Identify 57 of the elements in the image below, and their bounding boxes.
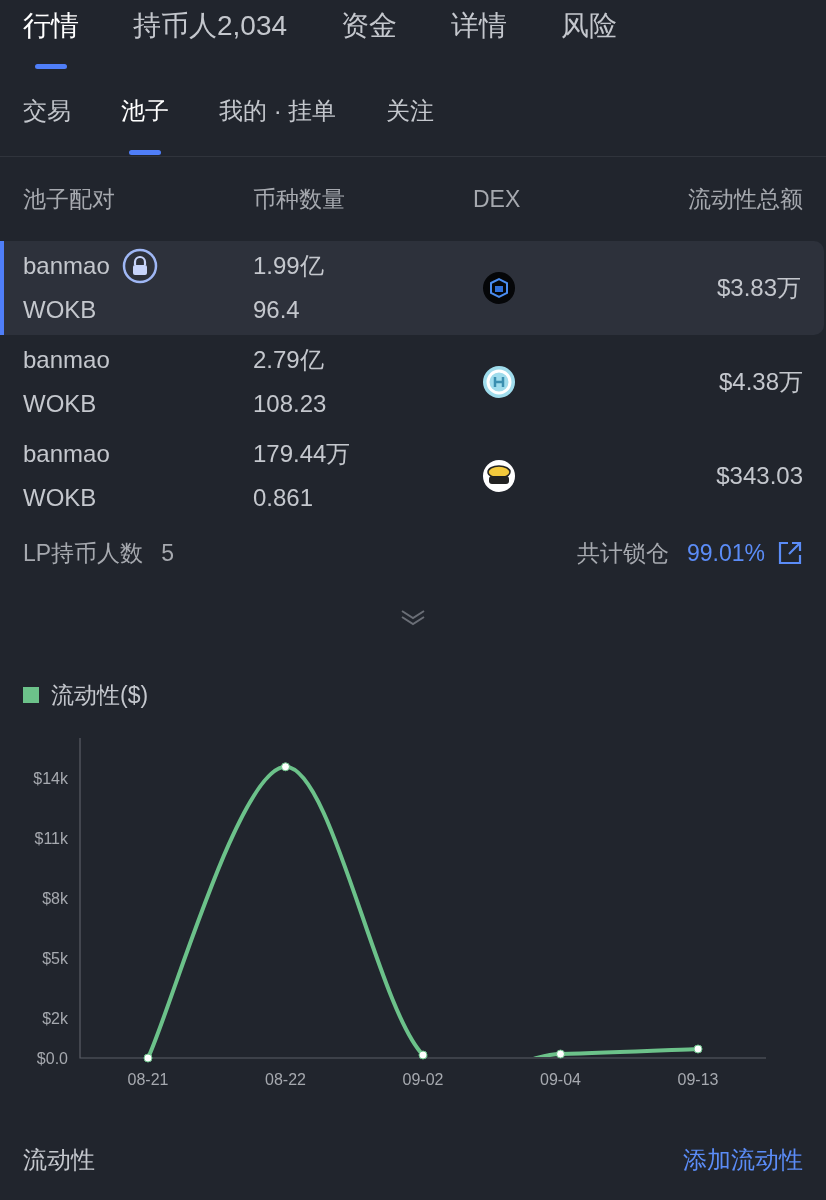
locked-percent: 99.01%	[687, 538, 765, 568]
section-title: 流动性	[23, 1145, 95, 1175]
data-point	[418, 1050, 428, 1060]
data-point	[143, 1053, 153, 1063]
x-tick-label: 09-02	[402, 1071, 444, 1088]
liquidity-total: $343.03	[716, 462, 803, 489]
column-header: 流动性总额	[687, 184, 803, 214]
token-amount: 0.861	[253, 483, 315, 513]
tab[interactable]: 池子	[121, 84, 169, 156]
pair-token: WOKB	[23, 295, 98, 325]
lp-holders-label: LP持币人数	[23, 538, 144, 568]
token-amount: 2.79亿	[253, 345, 325, 375]
tab[interactable]: 持币人2,034	[133, 0, 288, 70]
token-amount: 179.44万	[253, 439, 352, 469]
liquidity-total: $3.83万	[716, 274, 801, 301]
tab[interactable]: 风险	[561, 0, 618, 70]
y-tick-label: $5k	[42, 950, 68, 967]
data-point	[281, 762, 290, 772]
column-header: DEX	[473, 184, 522, 214]
pair-token: WOKB	[23, 483, 98, 513]
tab[interactable]: 详情	[451, 0, 508, 70]
pair-token: banmao	[23, 251, 110, 281]
token-amount: 1.99亿	[253, 251, 325, 281]
x-tick-label: 08-22	[265, 1071, 306, 1088]
y-tick-label: $8k	[42, 890, 68, 907]
x-tick-label: 09-13	[677, 1071, 719, 1088]
tab[interactable]: 交易	[23, 84, 71, 156]
tab[interactable]: 资金	[341, 0, 398, 70]
pair-token: WOKB	[23, 389, 98, 419]
potato-logo-icon	[483, 460, 515, 492]
pair-token: banmao	[23, 345, 110, 375]
tab[interactable]: 关注	[386, 84, 435, 156]
legend-label: 流动性($)	[51, 680, 149, 710]
token-amount: 96.4	[253, 295, 301, 325]
y-tick-label: $14k	[33, 770, 68, 787]
locked-label: 共计锁仓	[577, 538, 669, 568]
column-header: 币种数量	[253, 184, 346, 214]
add-liquidity-link[interactable]: 添加流动性	[683, 1142, 803, 1178]
table-row[interactable]: banmao WOKB 1.99亿 96.4 $3.83万	[0, 241, 824, 335]
column-header: 池子配对	[23, 184, 116, 214]
lp-holders-count: 5	[161, 538, 174, 568]
data-point	[556, 1049, 565, 1059]
tab[interactable]: 我的 · 挂单	[219, 84, 337, 156]
x-tick-label: 08-21	[127, 1071, 169, 1088]
ring-logo-icon	[483, 366, 515, 398]
y-tick-label: $11k	[34, 830, 68, 847]
y-tick-label: $0.0	[36, 1050, 68, 1067]
data-point	[693, 1044, 703, 1054]
token-amount: 108.23	[253, 389, 328, 419]
x-tick-label: 09-04	[540, 1071, 581, 1088]
expand-chevron-icon[interactable]	[400, 608, 426, 626]
cube-logo-icon	[483, 272, 515, 304]
tab[interactable]: 行情	[23, 0, 79, 70]
external-link-icon[interactable]	[777, 540, 803, 566]
pair-token: banmao	[23, 439, 110, 469]
liquidity-total: $4.38万	[718, 368, 803, 395]
y-tick-label: $2k	[42, 1010, 68, 1027]
